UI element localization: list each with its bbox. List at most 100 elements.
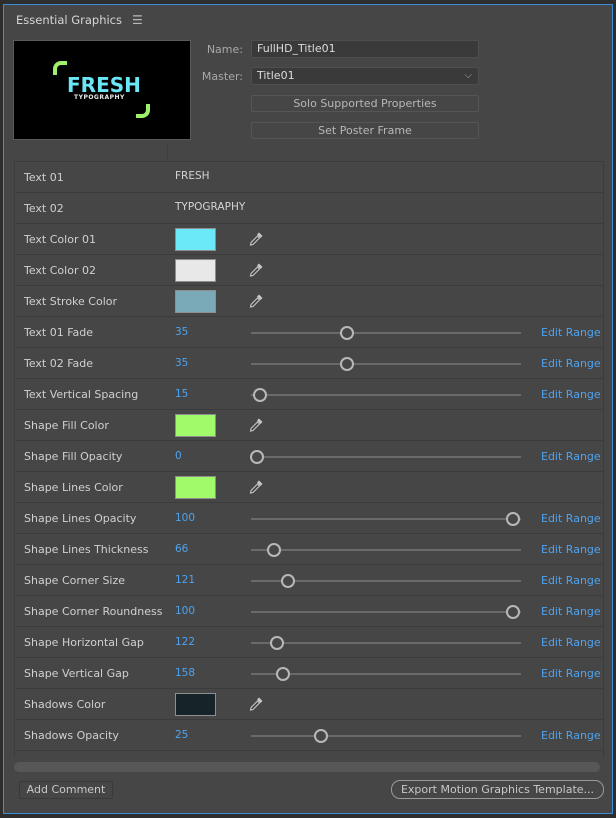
edit-range-link[interactable]: Edit Range bbox=[541, 543, 601, 556]
property-label: Shape Corner Roundness bbox=[24, 605, 163, 618]
property-label: Text 01 bbox=[24, 171, 64, 184]
slider-track[interactable] bbox=[251, 332, 521, 334]
slider-knob[interactable] bbox=[269, 636, 284, 650]
thumbnail-subtitle: TYPOGRAPHY bbox=[74, 94, 125, 101]
poster-thumbnail: FRESH TYPOGRAPHY bbox=[13, 40, 191, 140]
property-label: Shape Lines Opacity bbox=[24, 512, 137, 525]
add-comment-button[interactable]: Add Comment bbox=[19, 781, 113, 799]
edit-range-link[interactable]: Edit Range bbox=[541, 357, 601, 370]
property-row: Text 02 Fade 35 Edit Range bbox=[15, 348, 603, 379]
edit-range-link[interactable]: Edit Range bbox=[541, 574, 601, 587]
edit-range-link[interactable]: Edit Range bbox=[541, 388, 601, 401]
edit-range-link[interactable]: Edit Range bbox=[541, 512, 601, 525]
property-row: Shape Lines Thickness 66 Edit Range bbox=[15, 534, 603, 565]
eyedropper-icon[interactable] bbox=[248, 696, 264, 712]
eyedropper-icon[interactable] bbox=[248, 417, 264, 433]
slider-track[interactable] bbox=[251, 363, 521, 365]
divider bbox=[167, 143, 168, 161]
edit-range-link[interactable]: Edit Range bbox=[541, 729, 601, 742]
slider-knob[interactable] bbox=[275, 667, 290, 681]
property-numeric-value[interactable]: 25 bbox=[175, 729, 188, 741]
panel-title: Essential Graphics bbox=[16, 13, 122, 27]
slider-knob[interactable] bbox=[506, 512, 520, 526]
color-swatch[interactable] bbox=[175, 414, 216, 437]
property-text-value[interactable]: FRESH bbox=[175, 170, 210, 182]
property-label: Shape Horizontal Gap bbox=[24, 636, 144, 649]
property-label: Text 02 Fade bbox=[24, 357, 94, 370]
property-numeric-value[interactable]: 15 bbox=[175, 388, 188, 400]
property-label: Text Stroke Color bbox=[24, 295, 118, 308]
property-numeric-value[interactable]: 100 bbox=[175, 605, 195, 617]
set-poster-frame-button[interactable]: Set Poster Frame bbox=[251, 122, 479, 139]
slider-track[interactable] bbox=[251, 673, 521, 675]
edit-range-link[interactable]: Edit Range bbox=[541, 450, 601, 463]
slider-track[interactable] bbox=[251, 394, 521, 396]
solo-supported-properties-button[interactable]: Solo Supported Properties bbox=[251, 95, 479, 112]
property-numeric-value[interactable]: 121 bbox=[175, 574, 195, 586]
property-label: Shape Fill Opacity bbox=[24, 450, 123, 463]
essential-graphics-panel: Essential Graphics ☰ FRESH TYPOGRAPHY Na… bbox=[3, 4, 613, 814]
property-row: Shape Corner Size 121 Edit Range bbox=[15, 565, 603, 596]
property-row: Text 01 Fade 35 Edit Range bbox=[15, 317, 603, 348]
color-swatch[interactable] bbox=[175, 693, 216, 716]
eyedropper-icon[interactable] bbox=[248, 479, 264, 495]
property-numeric-value[interactable]: 158 bbox=[175, 667, 195, 679]
edit-range-link[interactable]: Edit Range bbox=[541, 636, 601, 649]
slider-track[interactable] bbox=[251, 456, 521, 458]
slider-track[interactable] bbox=[251, 642, 521, 644]
corner-bracket-bottom-right bbox=[136, 104, 150, 118]
slider-track[interactable] bbox=[251, 518, 521, 520]
horizontal-scrollbar[interactable] bbox=[14, 762, 600, 772]
name-input[interactable]: FullHD_Title01 bbox=[251, 40, 479, 58]
name-label: Name: bbox=[206, 43, 243, 56]
hamburger-menu-icon[interactable]: ☰ bbox=[132, 13, 143, 27]
property-row: Text Color 02 bbox=[15, 255, 603, 286]
property-row: Shape Fill Opacity 0 Edit Range bbox=[15, 441, 603, 472]
color-swatch[interactable] bbox=[175, 290, 216, 313]
export-motion-graphics-template-button[interactable]: Export Motion Graphics Template... bbox=[391, 780, 604, 799]
master-label: Master: bbox=[201, 70, 243, 83]
property-label: Shape Lines Thickness bbox=[24, 543, 149, 556]
property-numeric-value[interactable]: 66 bbox=[175, 543, 188, 555]
slider-track[interactable] bbox=[251, 549, 521, 551]
edit-range-link[interactable]: Edit Range bbox=[541, 326, 601, 339]
slider-knob[interactable] bbox=[252, 388, 267, 402]
property-label: Text Vertical Spacing bbox=[24, 388, 139, 401]
property-label: Shape Fill Color bbox=[24, 419, 109, 432]
color-swatch[interactable] bbox=[175, 228, 216, 251]
property-numeric-value[interactable]: 122 bbox=[175, 636, 195, 648]
slider-knob[interactable] bbox=[314, 729, 328, 743]
property-row: Shape Vertical Gap 158 Edit Range bbox=[15, 658, 603, 689]
edit-range-link[interactable]: Edit Range bbox=[541, 667, 601, 680]
edit-range-link[interactable]: Edit Range bbox=[541, 605, 601, 618]
master-select[interactable]: Title01 ⌵ bbox=[251, 67, 479, 85]
property-label: Shape Vertical Gap bbox=[24, 667, 129, 680]
property-numeric-value[interactable]: 100 bbox=[175, 512, 195, 524]
property-label: Text 02 bbox=[24, 202, 64, 215]
slider-knob[interactable] bbox=[250, 450, 264, 464]
property-row: Text 01 FRESH bbox=[15, 162, 603, 193]
slider-knob[interactable] bbox=[266, 543, 281, 557]
property-row: Shape Horizontal Gap 122 Edit Range bbox=[15, 627, 603, 658]
slider-track[interactable] bbox=[251, 611, 521, 613]
slider-knob[interactable] bbox=[506, 605, 520, 619]
slider-knob[interactable] bbox=[339, 357, 354, 371]
property-numeric-value[interactable]: 35 bbox=[175, 326, 188, 338]
panel-header: Essential Graphics ☰ bbox=[16, 12, 143, 28]
property-text-value[interactable]: TYPOGRAPHY bbox=[175, 201, 245, 213]
slider-knob[interactable] bbox=[280, 574, 295, 588]
property-numeric-value[interactable]: 35 bbox=[175, 357, 188, 369]
property-row: Shadows Color bbox=[15, 689, 603, 720]
color-swatch[interactable] bbox=[175, 259, 216, 282]
color-swatch[interactable] bbox=[175, 476, 216, 499]
eyedropper-icon[interactable] bbox=[248, 293, 264, 309]
eyedropper-icon[interactable] bbox=[248, 262, 264, 278]
slider-track[interactable] bbox=[251, 735, 521, 737]
property-row: Shadows Opacity 25 Edit Range bbox=[15, 720, 603, 751]
property-row: Text Stroke Color bbox=[15, 286, 603, 317]
master-select-value: Title01 bbox=[257, 69, 295, 82]
slider-knob[interactable] bbox=[339, 326, 354, 340]
property-numeric-value[interactable]: 0 bbox=[175, 450, 182, 462]
eyedropper-icon[interactable] bbox=[248, 231, 264, 247]
property-row: Text Vertical Spacing 15 Edit Range bbox=[15, 379, 603, 410]
